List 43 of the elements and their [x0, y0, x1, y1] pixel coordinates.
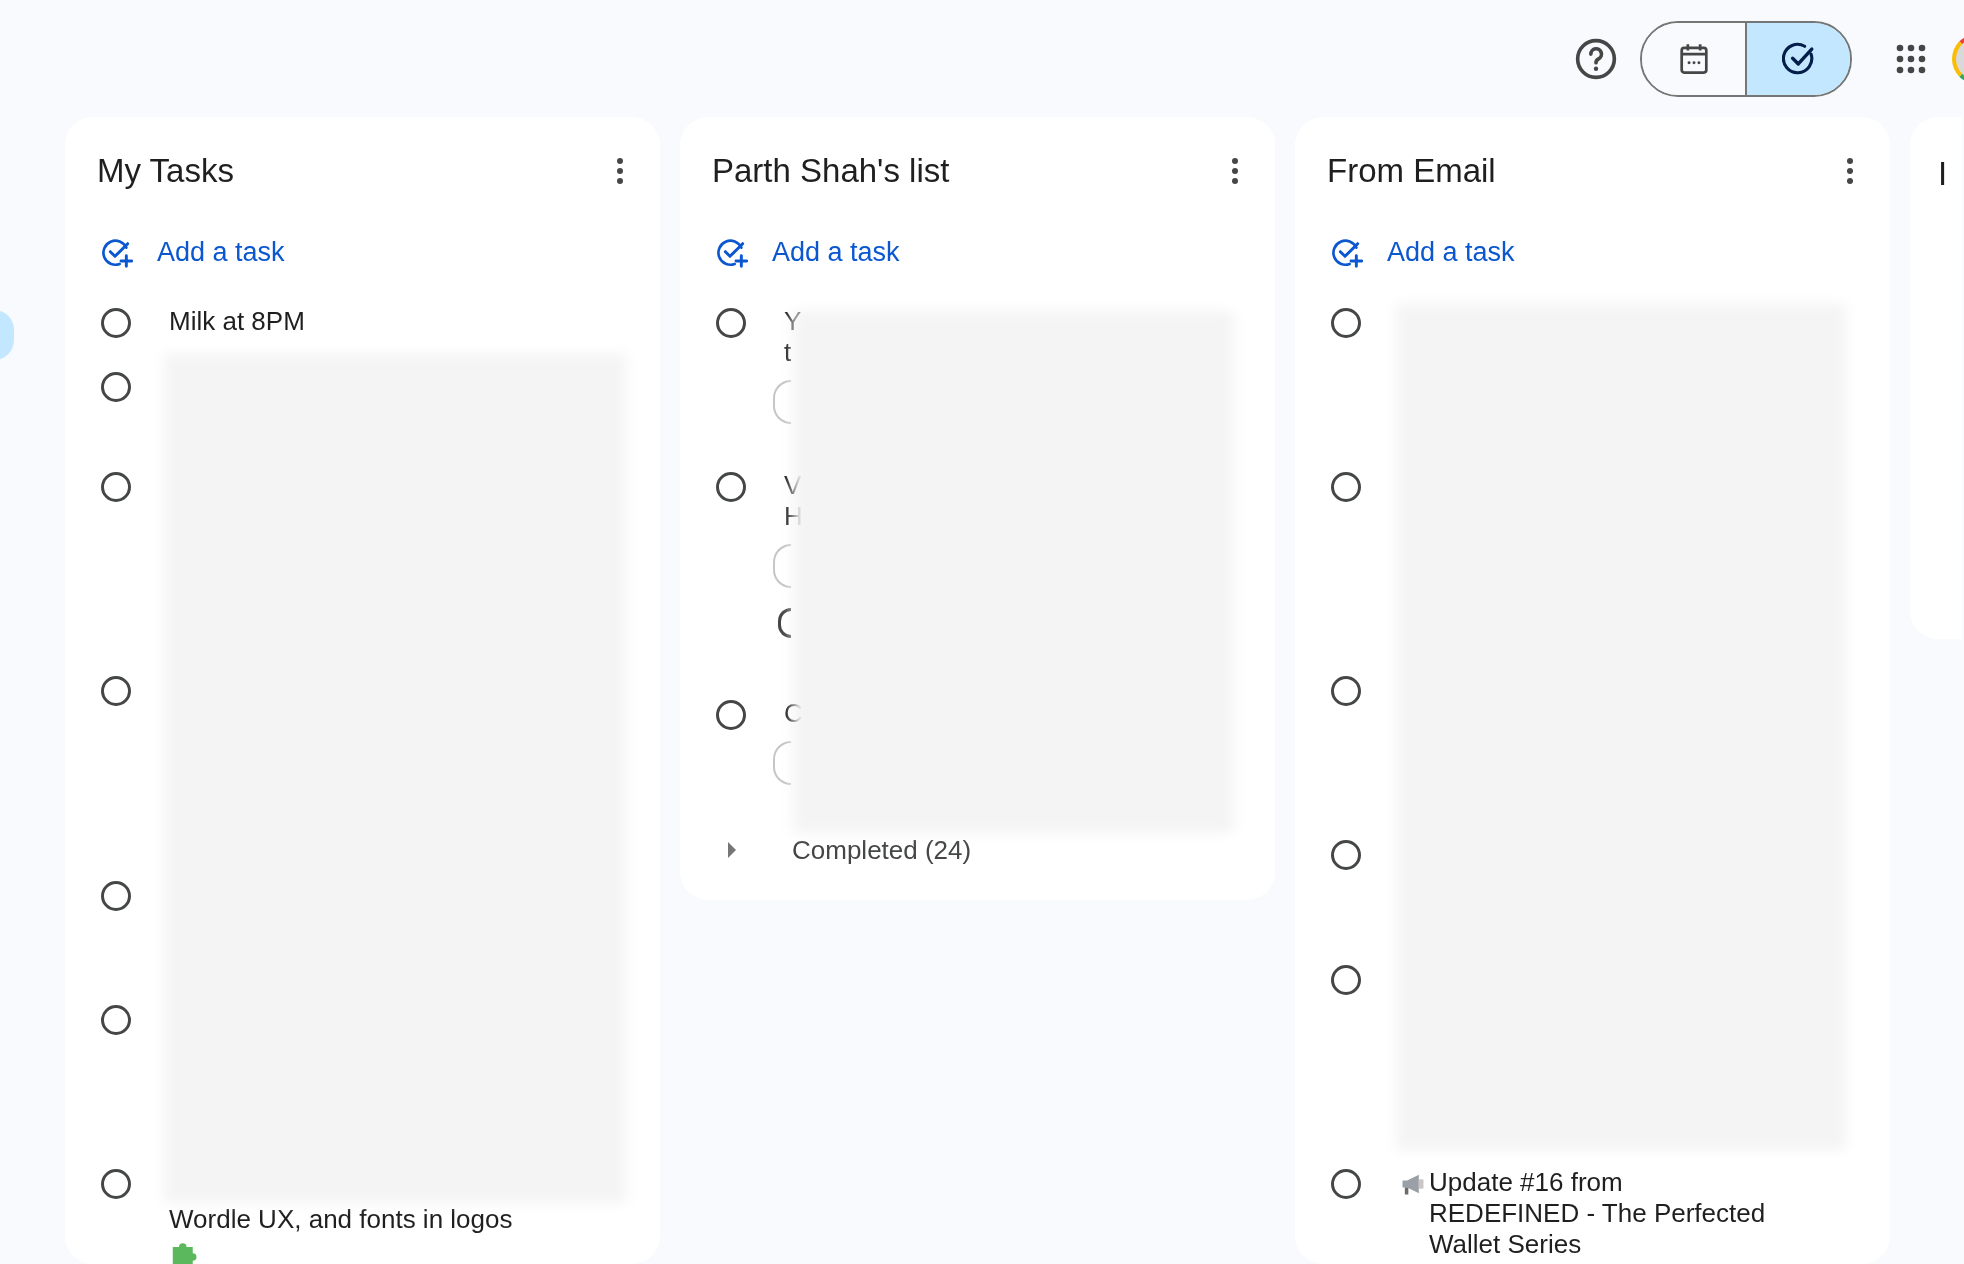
- help-icon[interactable]: [1574, 36, 1618, 81]
- task-checkbox[interactable]: [101, 1169, 131, 1199]
- task-title: Wordle UX, and fonts in logos: [169, 1204, 513, 1235]
- task-checkbox[interactable]: [1331, 308, 1361, 338]
- add-task-icon[interactable]: [1331, 236, 1363, 269]
- more-options-icon[interactable]: [1231, 157, 1239, 185]
- caret-right-icon: [726, 842, 738, 858]
- task-checkbox[interactable]: [101, 881, 131, 911]
- task-checkbox[interactable]: [1331, 472, 1361, 502]
- task-checkbox[interactable]: [1331, 1169, 1361, 1199]
- calendar-view-button[interactable]: [1642, 22, 1747, 95]
- task-checkbox[interactable]: [101, 1005, 131, 1035]
- add-task-icon[interactable]: [101, 236, 133, 269]
- task-checkbox[interactable]: [101, 472, 131, 502]
- task-checkbox[interactable]: [716, 472, 746, 502]
- more-options-icon[interactable]: [616, 157, 624, 185]
- task-checkbox[interactable]: [101, 372, 131, 402]
- task-checkbox[interactable]: [1331, 676, 1361, 706]
- task-checkbox[interactable]: [716, 700, 746, 730]
- task-title: C: [784, 698, 803, 729]
- list-title: From Email: [1327, 151, 1496, 192]
- task-title: V H: [784, 470, 803, 532]
- list-title: My Tasks: [97, 151, 234, 192]
- add-task-icon[interactable]: [716, 236, 748, 269]
- completed-toggle[interactable]: Completed (24): [716, 830, 975, 870]
- task-title: Milk at 8PM: [169, 306, 305, 337]
- add-task-link[interactable]: Add a task: [772, 232, 900, 273]
- task-checkbox[interactable]: [1331, 965, 1361, 995]
- more-options-icon[interactable]: [1846, 157, 1854, 185]
- check-circle-icon: [1781, 41, 1816, 76]
- task-checkbox[interactable]: [1331, 840, 1361, 870]
- task-checkbox[interactable]: [716, 308, 746, 338]
- calendar-icon: [1678, 42, 1709, 75]
- task-checkbox[interactable]: [101, 308, 131, 338]
- apps-grid-icon[interactable]: [1896, 43, 1926, 74]
- task-title: Y t: [784, 306, 802, 368]
- tasks-view-button[interactable]: [1747, 22, 1850, 95]
- list-title: Parth Shah's list: [712, 151, 950, 192]
- task-title: Update #16 from REDEFINED - The Perfected Wallet Series: [1429, 1167, 1766, 1260]
- add-task-link[interactable]: Add a task: [1387, 232, 1515, 273]
- add-task-link[interactable]: Add a task: [157, 232, 285, 273]
- list-title: I: [1938, 155, 1948, 192]
- task-checkbox[interactable]: [101, 676, 131, 706]
